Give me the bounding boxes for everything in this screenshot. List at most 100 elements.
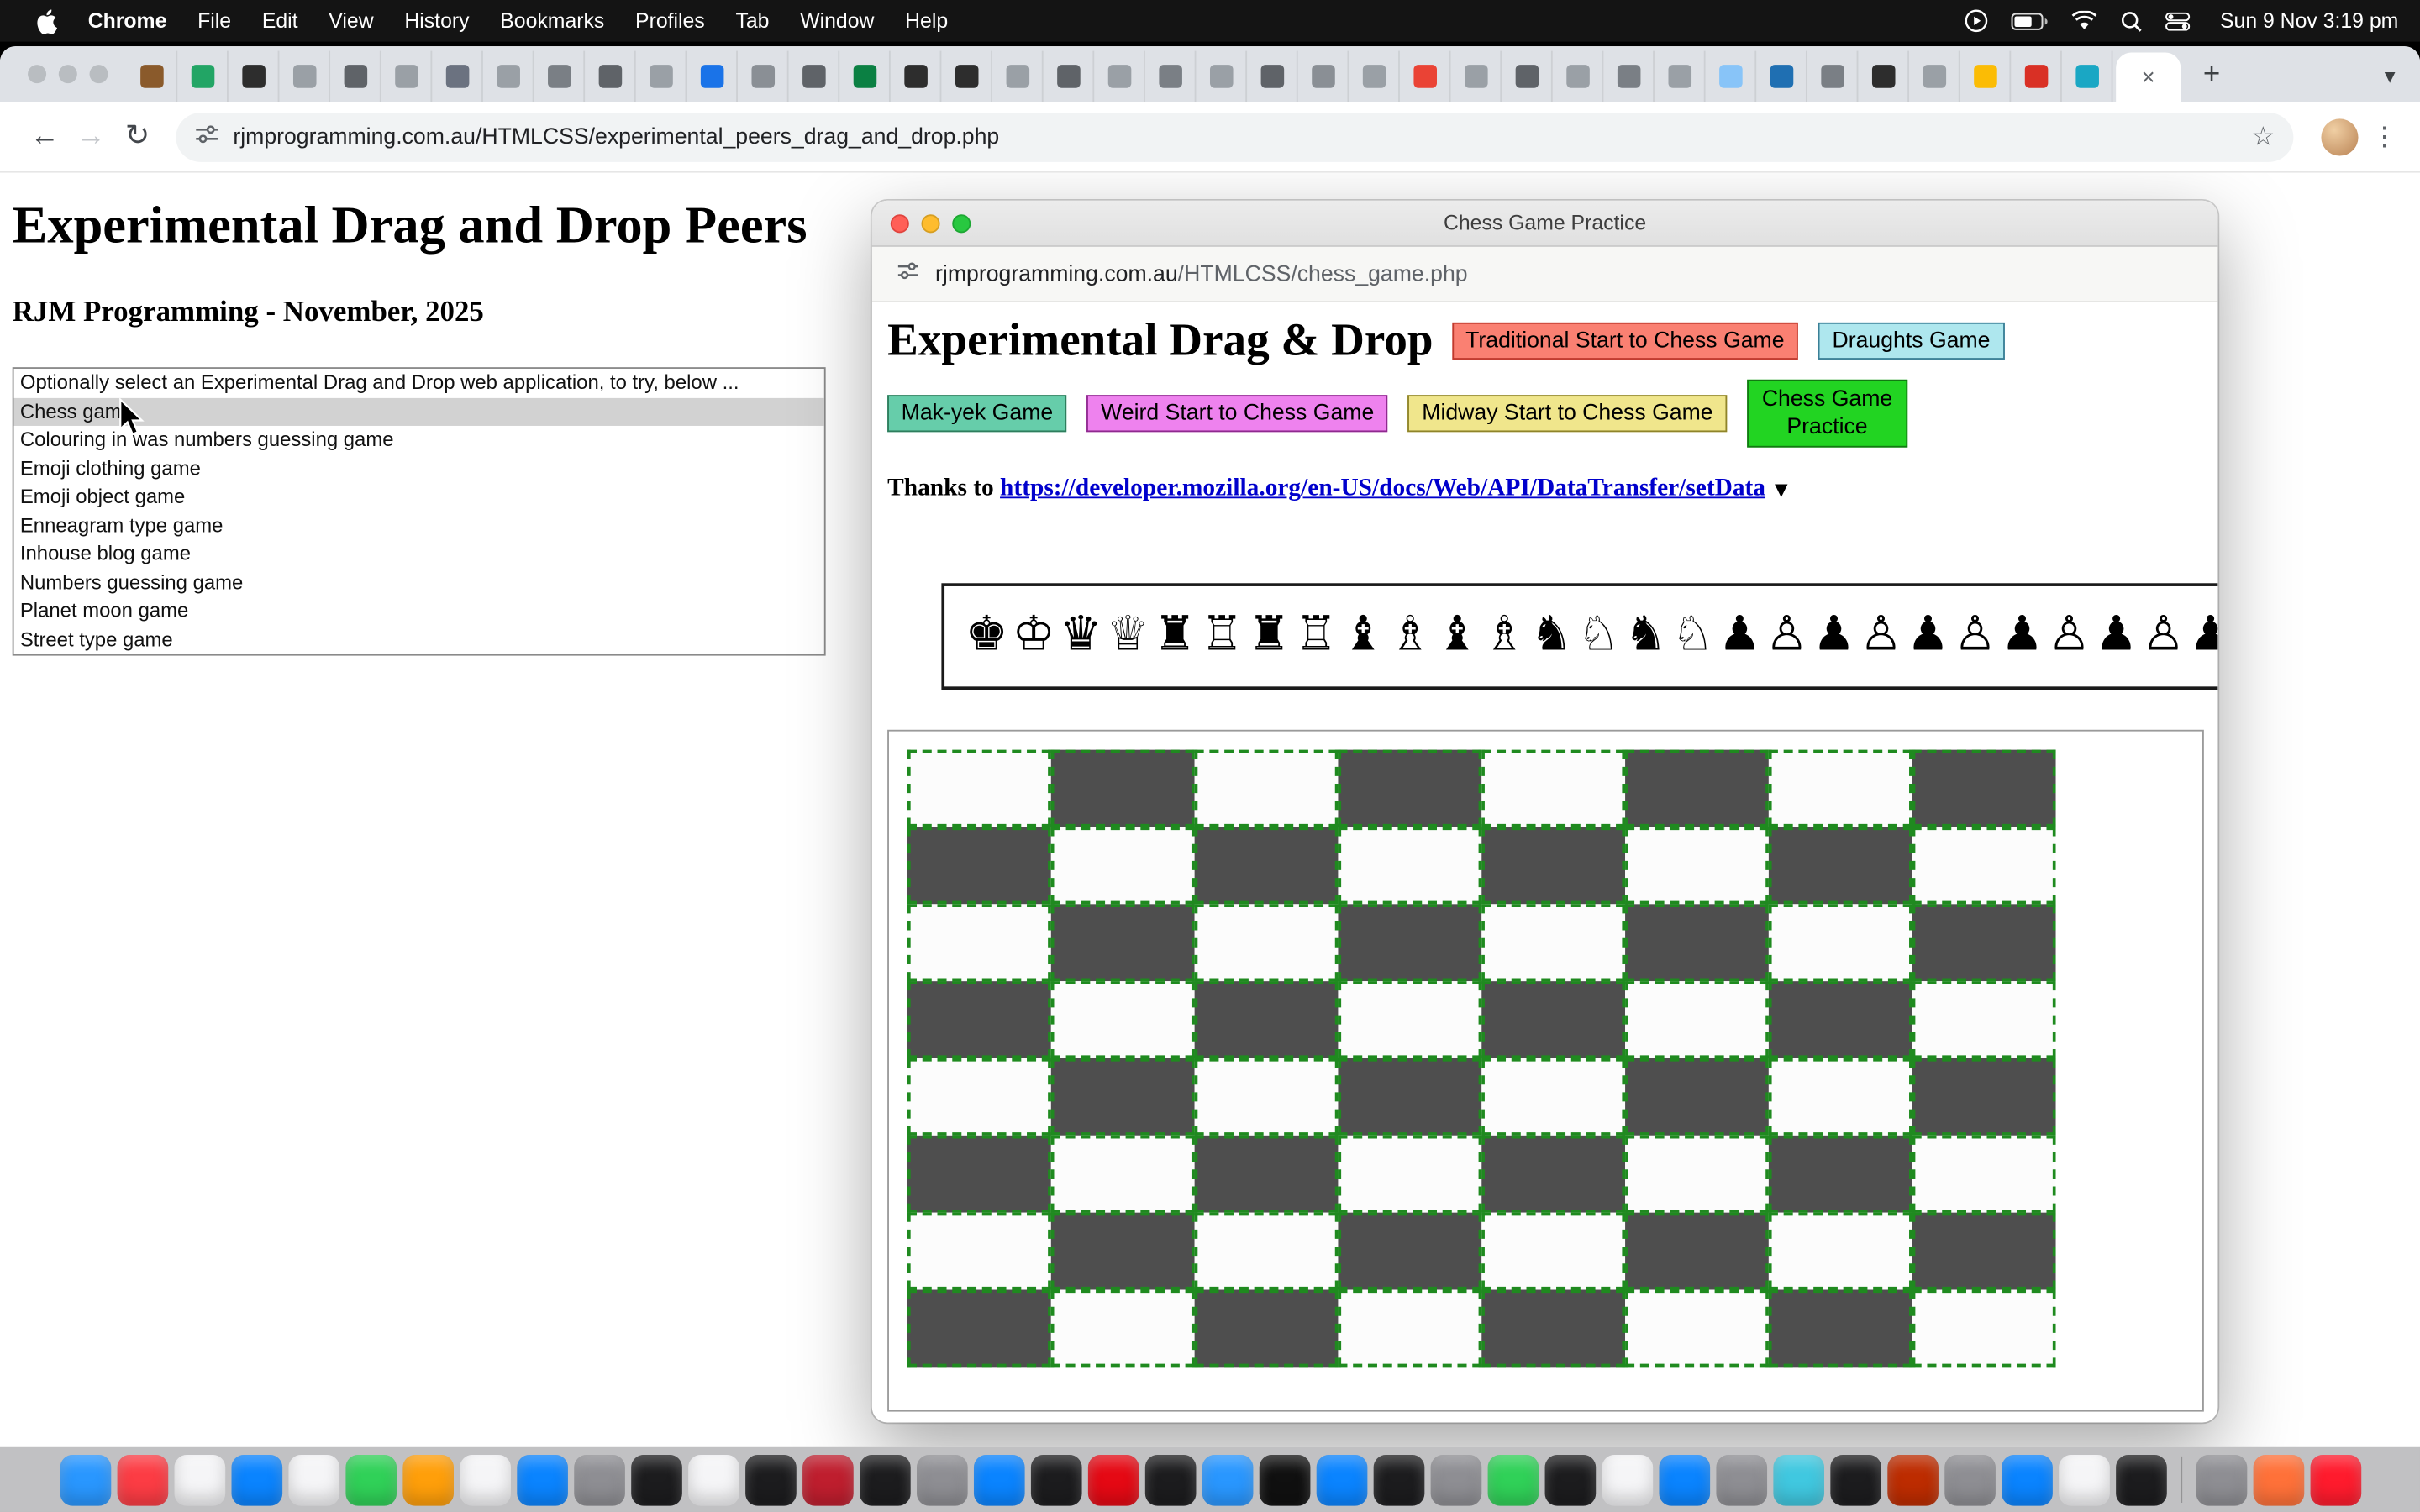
- browser-tab[interactable]: [789, 51, 840, 102]
- board-square[interactable]: [1051, 1290, 1195, 1368]
- board-square[interactable]: [1051, 982, 1195, 1059]
- popup-url-bar[interactable]: rjmprogramming.com.au/HTMLCSS/chess_game…: [872, 247, 2218, 302]
- menu-help[interactable]: Help: [890, 9, 964, 33]
- button-midway-start-to-chess-game[interactable]: Midway Start to Chess Game: [1408, 395, 1727, 432]
- chess-piece[interactable]: ♟: [2093, 606, 2140, 664]
- browser-tab[interactable]: [839, 51, 891, 102]
- chess-piece[interactable]: ♚: [963, 606, 1010, 664]
- chess-piece[interactable]: ♗: [1481, 606, 1528, 664]
- board-square[interactable]: [1625, 1290, 1769, 1368]
- address-bar[interactable]: rjmprogramming.com.au/HTMLCSS/experiment…: [176, 112, 2293, 161]
- browser-tab[interactable]: [1909, 51, 1960, 102]
- url-text[interactable]: rjmprogramming.com.au/HTMLCSS/experiment…: [233, 124, 2251, 149]
- active-tab[interactable]: ×: [2116, 52, 2181, 102]
- board-square[interactable]: [1912, 1213, 2056, 1290]
- chess-piece[interactable]: ♔: [1010, 606, 1057, 664]
- browser-tab[interactable]: [1247, 51, 1298, 102]
- button-draughts-game[interactable]: Draughts Game: [1818, 323, 2004, 360]
- board-square[interactable]: [1481, 1059, 1625, 1137]
- board-square[interactable]: [1481, 750, 1625, 827]
- dock-app-icon[interactable]: [1430, 1454, 1481, 1505]
- board-square[interactable]: [908, 1059, 1051, 1137]
- board-square[interactable]: [1338, 827, 1481, 905]
- listbox-option-street-type-game[interactable]: Street type game: [14, 626, 824, 654]
- popup-url-path[interactable]: /HTMLCSS/chess_game.php: [1178, 261, 1468, 286]
- browser-tab[interactable]: [127, 51, 178, 102]
- chess-piece[interactable]: ♟: [1810, 606, 1857, 664]
- dock-app-icon[interactable]: [231, 1454, 282, 1505]
- chess-piece[interactable]: ♟: [1716, 606, 1763, 664]
- chess-piece[interactable]: ♙: [1763, 606, 1810, 664]
- back-button[interactable]: ←: [22, 119, 68, 153]
- dock-app-icon[interactable]: [174, 1454, 225, 1505]
- board-square[interactable]: [1625, 1213, 1769, 1290]
- popup-site-settings-icon[interactable]: [897, 260, 920, 289]
- board-square[interactable]: [1338, 905, 1481, 982]
- browser-tab[interactable]: [432, 51, 483, 102]
- board-square[interactable]: [1769, 905, 1912, 982]
- board-square[interactable]: [1912, 905, 2056, 982]
- dock-app-icon[interactable]: [2001, 1454, 2052, 1505]
- chess-piece[interactable]: ♜: [1245, 606, 1292, 664]
- board-square[interactable]: [1769, 750, 1912, 827]
- board-square[interactable]: [908, 827, 1051, 905]
- board-square[interactable]: [1912, 982, 2056, 1059]
- browser-tab[interactable]: [1349, 51, 1400, 102]
- board-square[interactable]: [908, 1137, 1051, 1214]
- button-chess-game-practice[interactable]: Chess Game Practice: [1747, 380, 1907, 448]
- board-square[interactable]: [1338, 1137, 1481, 1214]
- button-mak-yek-game[interactable]: Mak-yek Game: [887, 395, 1067, 432]
- board-square[interactable]: [1195, 1290, 1339, 1368]
- battery-icon[interactable]: [2012, 12, 2049, 30]
- board-square[interactable]: [1769, 1290, 1912, 1368]
- popup-titlebar[interactable]: Chess Game Practice: [872, 201, 2218, 247]
- dock-app-icon[interactable]: [459, 1454, 510, 1505]
- chess-piece[interactable]: ♞: [1622, 606, 1669, 664]
- chess-piece[interactable]: ♟: [1999, 606, 2046, 664]
- board-square[interactable]: [1769, 827, 1912, 905]
- board-square[interactable]: [1051, 827, 1195, 905]
- browser-tab[interactable]: [1756, 51, 1807, 102]
- board-square[interactable]: [1338, 1290, 1481, 1368]
- menu-view[interactable]: View: [313, 9, 389, 33]
- board-square[interactable]: [1338, 750, 1481, 827]
- browser-tab[interactable]: [279, 51, 330, 102]
- browser-menu-icon[interactable]: ⋮: [2370, 121, 2398, 152]
- chess-piece[interactable]: ♗: [1386, 606, 1434, 664]
- dock-app-icon[interactable]: [744, 1454, 796, 1505]
- browser-tab[interactable]: [1196, 51, 1247, 102]
- board-square[interactable]: [1912, 1059, 2056, 1137]
- browser-tab[interactable]: [1960, 51, 2012, 102]
- dock-app-icon[interactable]: [117, 1454, 168, 1505]
- spotlight-search-icon[interactable]: [2121, 10, 2143, 32]
- browser-tab[interactable]: [1094, 51, 1145, 102]
- browser-tab[interactable]: [1706, 51, 1757, 102]
- board-square[interactable]: [1625, 827, 1769, 905]
- listbox-option-optionally-select-an-experimen[interactable]: Optionally select an Experimental Drag a…: [14, 369, 824, 397]
- browser-tab[interactable]: [381, 51, 433, 102]
- window-close-button[interactable]: [28, 65, 46, 83]
- dock-app-icon[interactable]: [573, 1454, 624, 1505]
- browser-tab[interactable]: [1553, 51, 1604, 102]
- board-square[interactable]: [1769, 1213, 1912, 1290]
- menu-tab[interactable]: Tab: [720, 9, 785, 33]
- dock-app-icon[interactable]: [1829, 1454, 1881, 1505]
- listbox-option-inhouse-blog-game[interactable]: Inhouse blog game: [14, 540, 824, 569]
- window-zoom-button[interactable]: [90, 65, 108, 83]
- dock-app-icon[interactable]: [916, 1454, 967, 1505]
- listbox-option-planet-moon-game[interactable]: Planet moon game: [14, 597, 824, 626]
- menu-edit[interactable]: Edit: [246, 9, 313, 33]
- board-square[interactable]: [1338, 1213, 1481, 1290]
- listbox-option-enneagram-type-game[interactable]: Enneagram type game: [14, 512, 824, 540]
- dock-app-icon[interactable]: [1602, 1454, 1653, 1505]
- chess-piece[interactable]: ♟: [1905, 606, 1952, 664]
- board-square[interactable]: [1195, 1213, 1339, 1290]
- chess-piece[interactable]: ♝: [1434, 606, 1481, 664]
- menu-bookmarks[interactable]: Bookmarks: [485, 9, 620, 33]
- board-square[interactable]: [1481, 1213, 1625, 1290]
- dock-app-icon[interactable]: [1316, 1454, 1367, 1505]
- reload-button[interactable]: ↻: [114, 118, 160, 154]
- browser-tab[interactable]: [1858, 51, 1909, 102]
- browser-tab[interactable]: [636, 51, 687, 102]
- browser-tab[interactable]: [177, 51, 229, 102]
